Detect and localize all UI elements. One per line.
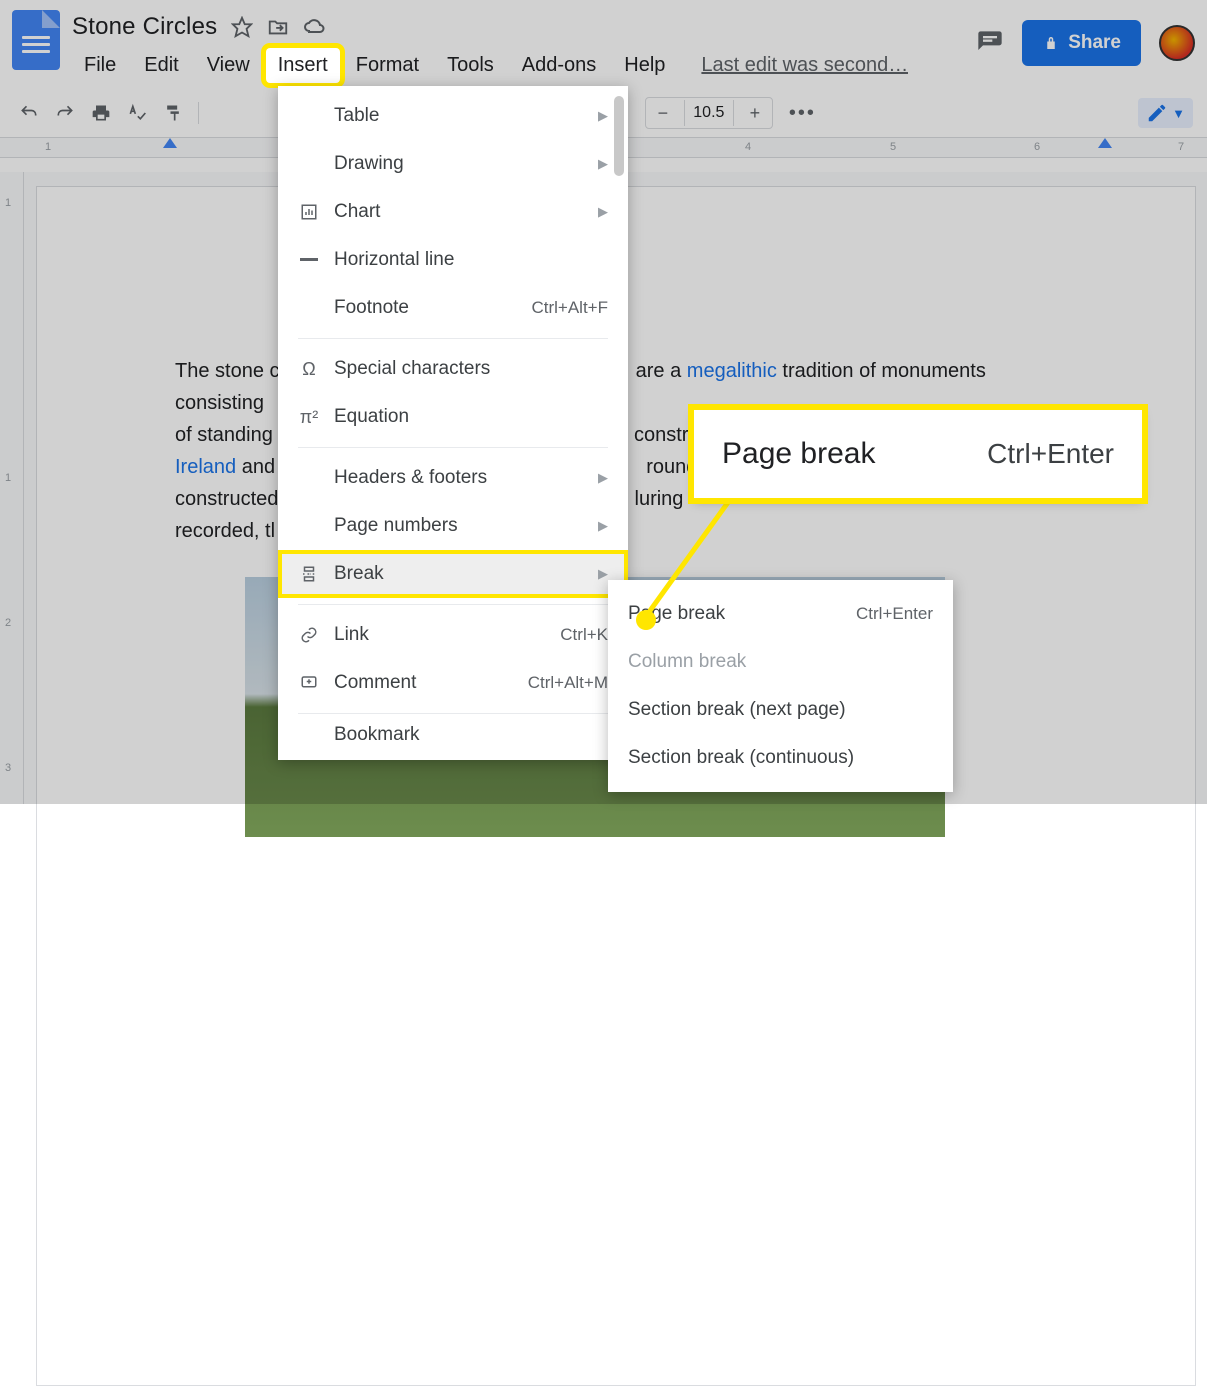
spellcheck-button[interactable]: [122, 98, 152, 128]
menu-item-equation[interactable]: π²Equation: [278, 393, 628, 441]
link-icon: [298, 626, 320, 644]
chevron-right-icon: ▶: [598, 566, 608, 582]
ruler-tick: 1: [45, 141, 51, 153]
menu-view[interactable]: View: [195, 48, 262, 83]
ruler-tick: 6: [1034, 141, 1040, 153]
menu-item-chart[interactable]: Chart▶: [278, 188, 628, 236]
print-button[interactable]: [86, 98, 116, 128]
menu-item-drawing[interactable]: Drawing▶: [278, 140, 628, 188]
callout-connector-line: [644, 494, 754, 624]
ruler-tick: 4: [745, 141, 751, 153]
docs-logo-icon[interactable]: [12, 10, 60, 70]
menu-item-table[interactable]: Table▶: [278, 92, 628, 140]
ruler-tick: 5: [890, 141, 896, 153]
menu-edit[interactable]: Edit: [132, 48, 190, 83]
menu-item-page-numbers[interactable]: Page numbers▶: [278, 502, 628, 550]
chart-icon: [298, 203, 320, 221]
menu-item-break[interactable]: Break▶: [278, 550, 628, 598]
callout-shortcut: Ctrl+Enter: [987, 438, 1114, 470]
omega-icon: Ω: [298, 359, 320, 380]
link-megalithic[interactable]: megalithic: [687, 360, 777, 382]
vruler-tick: 2: [5, 617, 11, 629]
horizontal-line-icon: [298, 258, 320, 262]
last-edit-link[interactable]: Last edit was second…: [701, 54, 908, 77]
menu-item-link[interactable]: LinkCtrl+K: [278, 611, 628, 659]
vruler-tick: 1: [5, 197, 11, 209]
right-indent-marker[interactable]: [1098, 138, 1112, 148]
font-size-decrease[interactable]: −: [646, 98, 680, 128]
document-title[interactable]: Stone Circles: [72, 13, 217, 41]
comment-history-icon[interactable]: [976, 29, 1004, 57]
submenu-section-break-continuous[interactable]: Section break (continuous): [608, 734, 953, 782]
vruler-tick: 1: [5, 472, 11, 484]
menu-file[interactable]: File: [72, 48, 128, 83]
menu-item-special-characters[interactable]: ΩSpecial characters: [278, 345, 628, 393]
chevron-right-icon: ▶: [598, 518, 608, 534]
share-button[interactable]: Share: [1022, 20, 1141, 66]
undo-button[interactable]: [14, 98, 44, 128]
account-avatar[interactable]: [1159, 25, 1195, 61]
menu-item-headers-footers[interactable]: Headers & footers▶: [278, 454, 628, 502]
menubar: File Edit View Insert Format Tools Add-o…: [72, 48, 976, 83]
callout-page-break: Page break Ctrl+Enter: [694, 410, 1142, 498]
move-folder-icon[interactable]: [267, 16, 289, 38]
font-size-increase[interactable]: +: [738, 98, 772, 128]
callout-dot-icon: [636, 610, 656, 630]
submenu-column-break: Column break: [608, 638, 953, 686]
editing-mode-button[interactable]: ▼: [1138, 98, 1193, 128]
menu-insert[interactable]: Insert: [266, 48, 340, 83]
menu-item-comment[interactable]: CommentCtrl+Alt+M: [278, 659, 628, 707]
font-size-control: − 10.5 +: [645, 97, 773, 129]
ruler-tick: 7: [1178, 141, 1184, 153]
submenu-section-break-next-page[interactable]: Section break (next page): [608, 686, 953, 734]
redo-button[interactable]: [50, 98, 80, 128]
insert-menu-dropdown: Table▶ Drawing▶ Chart▶ Horizontal line F…: [278, 86, 628, 760]
left-indent-marker[interactable]: [163, 138, 177, 148]
cloud-status-icon[interactable]: [303, 15, 327, 39]
chevron-right-icon: ▶: [598, 156, 608, 172]
comment-icon: [298, 674, 320, 692]
share-label: Share: [1068, 32, 1121, 54]
callout-label: Page break: [722, 437, 875, 471]
menu-format[interactable]: Format: [344, 48, 431, 83]
menu-tools[interactable]: Tools: [435, 48, 506, 83]
menu-item-bookmark[interactable]: Bookmark: [278, 720, 628, 750]
menu-item-footnote[interactable]: FootnoteCtrl+Alt+F: [278, 284, 628, 332]
link-ireland[interactable]: Ireland: [175, 456, 236, 478]
menu-addons[interactable]: Add-ons: [510, 48, 609, 83]
app-header: Stone Circles File Edit View Insert Form…: [0, 0, 1207, 83]
font-size-value[interactable]: 10.5: [684, 100, 734, 126]
chevron-right-icon: ▶: [598, 470, 608, 486]
vruler-tick: 3: [5, 762, 11, 774]
chevron-right-icon: ▶: [598, 108, 608, 124]
toolbar-more-button[interactable]: •••: [789, 102, 816, 125]
menu-help[interactable]: Help: [612, 48, 677, 83]
chevron-right-icon: ▶: [598, 204, 608, 220]
menu-item-horizontal-line[interactable]: Horizontal line: [278, 236, 628, 284]
pi-icon: π²: [298, 407, 320, 428]
paint-format-button[interactable]: [158, 98, 188, 128]
star-icon[interactable]: [231, 16, 253, 38]
page-break-icon: [298, 565, 320, 583]
vertical-ruler[interactable]: 1 1 2 3: [0, 172, 24, 804]
